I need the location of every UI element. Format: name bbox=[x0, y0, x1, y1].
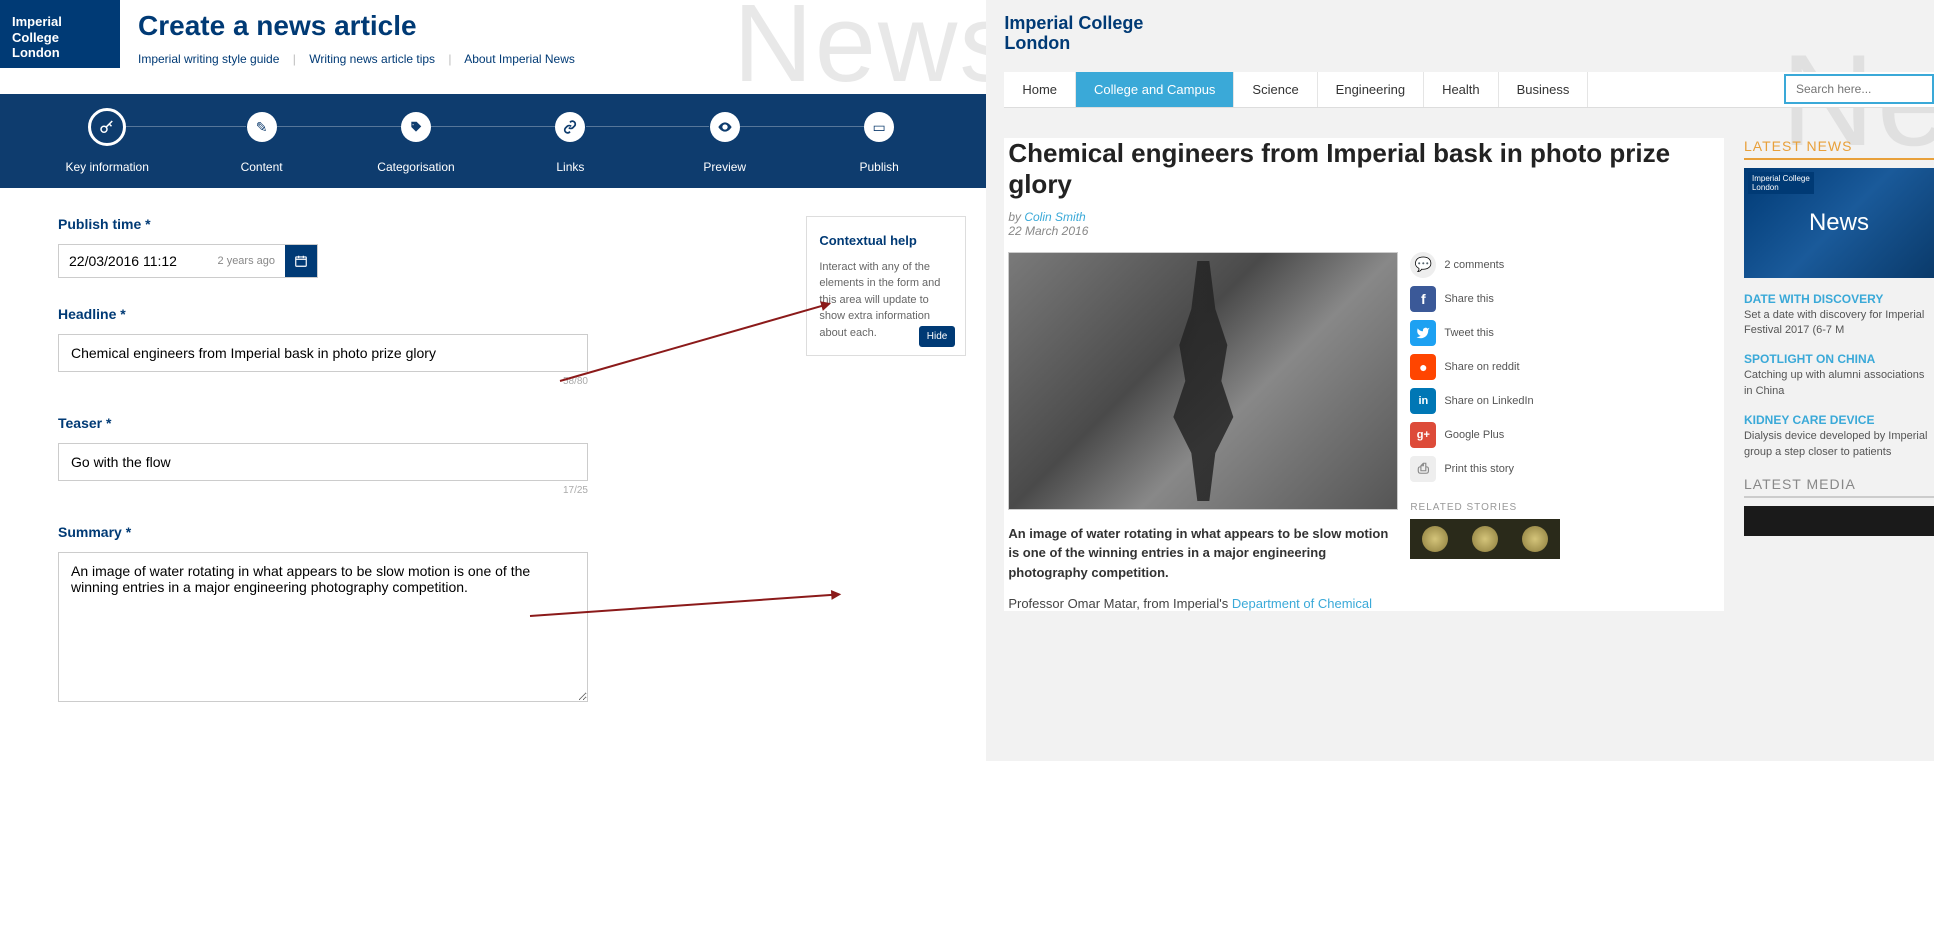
nav-home[interactable]: Home bbox=[1004, 72, 1076, 107]
step-label: Key information bbox=[66, 160, 149, 174]
teaser-input[interactable] bbox=[58, 443, 588, 481]
editor-header: Imperial College London Create a news ar… bbox=[0, 0, 986, 76]
step-label: Links bbox=[556, 160, 584, 174]
comment-icon: 💬 bbox=[1410, 252, 1436, 278]
step-publish[interactable]: ▭ Publish bbox=[802, 112, 956, 174]
article-main: Chemical engineers from Imperial bask in… bbox=[1004, 138, 1724, 612]
step-categorisation[interactable]: Categorisation bbox=[339, 112, 493, 174]
contextual-help-box: Contextual help Interact with any of the… bbox=[806, 216, 966, 356]
latest-media-thumb[interactable] bbox=[1744, 506, 1934, 536]
linkedin-icon: in bbox=[1410, 388, 1436, 414]
link-about-news[interactable]: About Imperial News bbox=[464, 52, 575, 66]
pencil-icon: ✎ bbox=[247, 112, 277, 142]
share-facebook[interactable]: f Share this bbox=[1410, 286, 1570, 312]
summary-label: Summary * bbox=[58, 524, 928, 540]
publish-time-input[interactable] bbox=[59, 245, 199, 277]
sidebar-desc: Catching up with alumni associations in … bbox=[1744, 368, 1934, 399]
nav-health[interactable]: Health bbox=[1424, 72, 1499, 107]
related-story-thumb[interactable] bbox=[1410, 519, 1560, 559]
header-links: Imperial writing style guide | Writing n… bbox=[138, 52, 575, 66]
article-byline: by Colin Smith bbox=[1008, 210, 1724, 224]
article-date: 22 March 2016 bbox=[1008, 224, 1724, 238]
related-stories-title: RELATED STORIES bbox=[1410, 502, 1570, 513]
water-image-shape bbox=[1143, 261, 1263, 501]
key-icon bbox=[88, 108, 126, 146]
print-icon: ⎙ bbox=[1410, 456, 1436, 482]
sidebar-column: LATEST NEWS Imperial CollegeLondon News … bbox=[1744, 138, 1934, 612]
preview-brand-logo: Imperial CollegeLondon bbox=[1004, 14, 1934, 54]
wizard-steps: Key information ✎ Content Categorisation… bbox=[0, 94, 986, 188]
share-column: 💬 2 comments f Share this Tweet this bbox=[1410, 252, 1570, 612]
dept-link[interactable]: Department of Chemical bbox=[1232, 596, 1372, 611]
nav-science[interactable]: Science bbox=[1234, 72, 1317, 107]
step-label: Categorisation bbox=[377, 160, 454, 174]
share-linkedin[interactable]: in Share on LinkedIn bbox=[1410, 388, 1570, 414]
latest-news-thumb[interactable]: Imperial CollegeLondon News bbox=[1744, 168, 1934, 278]
print-story[interactable]: ⎙ Print this story bbox=[1410, 456, 1570, 482]
preview-nav: Home College and Campus Science Engineer… bbox=[1004, 72, 1934, 108]
headline-label: Headline * bbox=[58, 306, 928, 322]
article-hero-image bbox=[1008, 252, 1398, 510]
publish-time-label: Publish time * bbox=[58, 216, 928, 232]
googleplus-icon: g+ bbox=[1410, 422, 1436, 448]
publish-time-ago: 2 years ago bbox=[199, 255, 285, 267]
brand-line2: London bbox=[12, 45, 60, 60]
headline-input[interactable] bbox=[58, 334, 588, 372]
share-twitter[interactable]: Tweet this bbox=[1410, 320, 1570, 346]
page-title: Create a news article bbox=[138, 10, 575, 42]
preview-panel: News Imperial CollegeLondon Home College… bbox=[986, 0, 1934, 761]
link-writing-tips[interactable]: Writing news article tips bbox=[309, 52, 435, 66]
sidebar-desc: Set a date with discovery for Imperial F… bbox=[1744, 308, 1934, 339]
editor-panel: News Imperial College London Create a ne… bbox=[0, 0, 986, 761]
sidebar-desc: Dialysis device developed by Imperial gr… bbox=[1744, 429, 1934, 460]
nav-engineering[interactable]: Engineering bbox=[1318, 72, 1424, 107]
article-title: Chemical engineers from Imperial bask in… bbox=[1008, 138, 1724, 200]
teaser-charcount: 17/25 bbox=[58, 485, 588, 496]
sidebar-link-discovery[interactable]: DATE WITH DISCOVERY bbox=[1744, 292, 1934, 306]
brand-line1: Imperial College bbox=[12, 14, 62, 45]
author-link[interactable]: Colin Smith bbox=[1024, 210, 1085, 224]
calendar-icon bbox=[294, 254, 308, 268]
tag-icon bbox=[401, 112, 431, 142]
nav-college-campus[interactable]: College and Campus bbox=[1076, 72, 1234, 107]
calendar-button[interactable] bbox=[285, 245, 317, 277]
share-reddit[interactable]: ● Share on reddit bbox=[1410, 354, 1570, 380]
article-body-text: Professor Omar Matar, from Imperial's De… bbox=[1008, 596, 1398, 611]
latest-media-heading: LATEST MEDIA bbox=[1744, 476, 1934, 498]
share-googleplus[interactable]: g+ Google Plus bbox=[1410, 422, 1570, 448]
sidebar-link-china[interactable]: SPOTLIGHT ON CHINA bbox=[1744, 352, 1934, 366]
nav-business[interactable]: Business bbox=[1499, 72, 1589, 107]
facebook-icon: f bbox=[1410, 286, 1436, 312]
article-summary: An image of water rotating in what appea… bbox=[1008, 524, 1398, 583]
step-label: Content bbox=[241, 160, 283, 174]
search-input[interactable] bbox=[1784, 74, 1934, 104]
twitter-icon bbox=[1410, 320, 1436, 346]
comments-link[interactable]: 💬 2 comments bbox=[1410, 252, 1570, 278]
step-label: Preview bbox=[703, 160, 746, 174]
teaser-label: Teaser * bbox=[58, 415, 928, 431]
link-icon bbox=[555, 112, 585, 142]
step-label: Publish bbox=[859, 160, 898, 174]
publish-icon: ▭ bbox=[864, 112, 894, 142]
form-area: Publish time * 2 years ago Headline * 58… bbox=[0, 188, 986, 761]
latest-news-heading: LATEST NEWS bbox=[1744, 138, 1934, 160]
headline-charcount: 58/80 bbox=[58, 376, 588, 387]
eye-icon bbox=[710, 112, 740, 142]
summary-input[interactable]: An image of water rotating in what appea… bbox=[58, 552, 588, 702]
link-style-guide[interactable]: Imperial writing style guide bbox=[138, 52, 279, 66]
sidebar-link-kidney[interactable]: KIDNEY CARE DEVICE bbox=[1744, 413, 1934, 427]
help-hide-button[interactable]: Hide bbox=[919, 326, 956, 347]
brand-logo: Imperial College London bbox=[0, 0, 120, 68]
help-title: Contextual help bbox=[819, 231, 953, 251]
publish-time-row: 2 years ago bbox=[58, 244, 318, 278]
step-content[interactable]: ✎ Content bbox=[184, 112, 338, 174]
step-preview[interactable]: Preview bbox=[648, 112, 802, 174]
step-links[interactable]: Links bbox=[493, 112, 647, 174]
reddit-icon: ● bbox=[1410, 354, 1436, 380]
step-key-information[interactable]: Key information bbox=[30, 112, 184, 174]
thumb-brand-tag: Imperial CollegeLondon bbox=[1748, 172, 1814, 194]
